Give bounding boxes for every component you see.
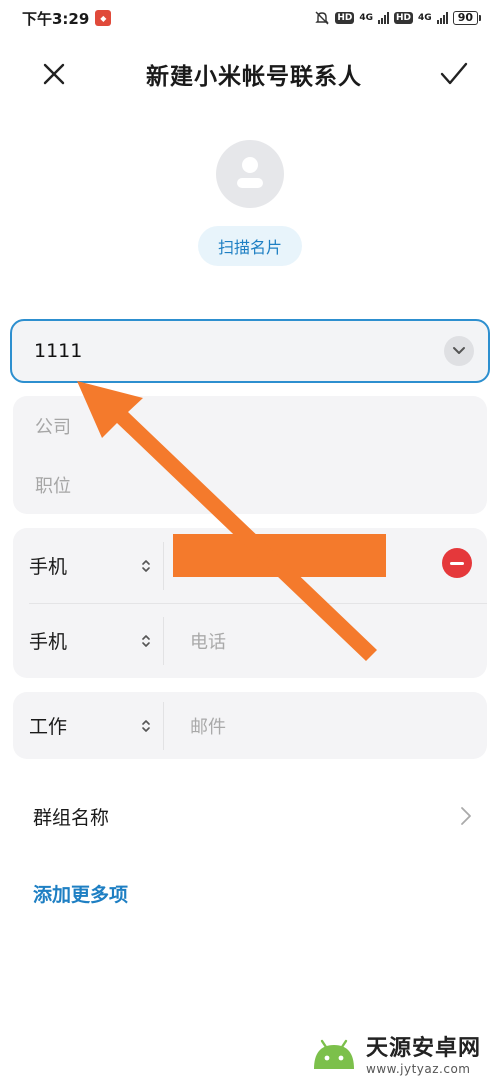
phone-type-label-1: 手机 [29, 556, 68, 578]
updown-chevron-icon [142, 719, 150, 732]
email-type-selector[interactable]: 工作 [13, 712, 163, 739]
close-icon [43, 63, 65, 85]
network-type-2: 4G [418, 12, 432, 23]
network-type: 4G [359, 12, 374, 23]
phone-input-2[interactable]: 电话 [164, 603, 487, 678]
company-input[interactable]: 公司 [13, 396, 487, 455]
title-bar: 新建小米帐号联系人 [0, 44, 500, 104]
hd-badge-2: HD [394, 12, 414, 24]
phone-type-selector-1[interactable]: 手机 [13, 552, 163, 579]
close-button[interactable] [36, 56, 72, 92]
hd-badge: HD [335, 12, 355, 24]
email-input[interactable]: 邮件 [164, 692, 487, 759]
watermark-text: 天源安卓网 www.jytyaz.com [366, 1030, 481, 1076]
add-more-fields-button[interactable]: 添加更多项 [33, 880, 128, 907]
page-title: 新建小米帐号联系人 [146, 64, 362, 90]
phone-row-2: 手机 电话 [13, 603, 487, 678]
expand-name-button[interactable] [444, 336, 474, 366]
name-value: 1111 [34, 340, 83, 362]
email-card: 工作 邮件 [13, 692, 487, 759]
status-time: 下午3:29 [22, 9, 90, 28]
battery-icon: 90 [452, 11, 482, 25]
company-card: 公司 职位 [13, 396, 487, 514]
bell-muted-icon [315, 11, 330, 25]
status-indicators: HD 4G HD 4G 90 [314, 10, 482, 26]
app-notification-icon: ◆ [95, 10, 112, 26]
watermark-title: 天源安卓网 [366, 1036, 482, 1061]
chevron-down-icon [453, 347, 465, 354]
check-icon [440, 62, 468, 85]
name-input[interactable]: 1111 [10, 319, 490, 383]
phone-type-label-2: 手机 [29, 631, 68, 653]
position-input[interactable]: 职位 [13, 455, 487, 514]
email-type-label: 工作 [29, 716, 68, 738]
signal-icon-2 [436, 12, 448, 24]
status-bar: 下午3:29 ◆ HD 4G HD 4G 90 [0, 0, 500, 36]
signal-icon [378, 12, 390, 24]
phone-type-selector-2[interactable]: 手机 [13, 627, 163, 654]
watermark: 天源安卓网 www.jytyaz.com [308, 1030, 481, 1076]
updown-chevron-icon [142, 559, 150, 572]
avatar[interactable] [216, 140, 284, 208]
group-name-label: 群组名称 [33, 806, 110, 829]
updown-chevron-icon [142, 634, 150, 647]
android-logo-icon [314, 1039, 354, 1069]
group-name-row[interactable]: 群组名称 [0, 790, 500, 842]
remove-phone-button[interactable] [442, 548, 472, 578]
person-icon [237, 157, 263, 188]
scan-card-button[interactable]: 扫描名片 [198, 226, 302, 266]
email-row: 工作 邮件 [13, 692, 487, 759]
chevron-right-icon [461, 807, 471, 825]
watermark-url: www.jytyaz.com [366, 1062, 471, 1076]
confirm-button[interactable] [436, 56, 472, 92]
redacted-phone-number [173, 534, 386, 577]
